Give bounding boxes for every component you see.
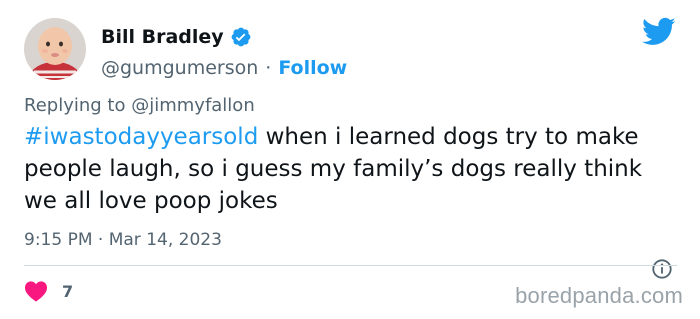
divider [24,265,677,266]
display-name[interactable]: Bill Bradley [101,26,224,48]
tweet-card: Bill Bradley @gumgumerson · Follow Reply… [0,0,700,319]
hashtag-link[interactable]: #iwastodayyearsold [24,124,258,150]
verified-badge-icon [230,26,252,48]
watermark: boredpanda.com [515,283,683,308]
heart-icon[interactable] [24,280,48,302]
info-icon[interactable] [651,258,673,280]
avatar[interactable] [24,18,86,80]
reply-mention-link[interactable]: @jimmyfallon [131,95,255,116]
author-header: Bill Bradley @gumgumerson · Follow [101,24,347,79]
handle-separator: · [265,57,272,79]
like-section[interactable]: 7 [24,280,73,302]
twitter-bird-icon[interactable] [642,14,676,48]
reply-prefix: Replying to [24,95,126,116]
tweet-text: #iwastodayyearsold when i learned dogs t… [24,121,674,217]
like-count: 7 [62,281,74,301]
tweet-timestamp[interactable]: 9:15 PM · Mar 14, 2023 [24,230,222,250]
tweet-time: 9:15 PM [24,230,93,250]
author-handle[interactable]: @gumgumerson [101,57,258,79]
tweet-date: Mar 14, 2023 [108,230,222,250]
timestamp-separator: · [97,230,104,250]
avatar-image [24,18,86,80]
reply-context: Replying to @jimmyfallon [24,95,255,116]
follow-button[interactable]: Follow [278,57,347,79]
